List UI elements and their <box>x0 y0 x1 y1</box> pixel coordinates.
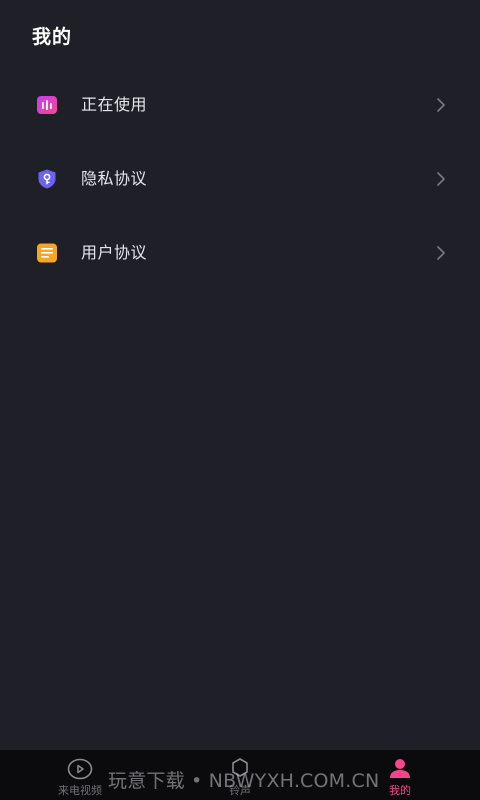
page-title: 我的 <box>32 26 73 48</box>
tab-mine[interactable]: 我的 <box>360 750 440 800</box>
chevron-right-icon <box>436 245 446 261</box>
chevron-right-icon <box>436 97 446 113</box>
sound-wave-icon <box>36 94 58 116</box>
tab-label: 我的 <box>389 784 411 797</box>
menu-item-label: 隐私协议 <box>81 169 148 188</box>
bottom-tab-bar: 来电视频 铃声 我的 <box>0 750 480 800</box>
person-icon <box>387 757 413 781</box>
document-list-icon <box>36 242 58 264</box>
shield-key-icon <box>36 168 58 190</box>
menu-item-privacy-policy[interactable]: 隐私协议 <box>0 142 480 216</box>
settings-menu: 正在使用 隐私协议 用户协议 <box>0 68 480 290</box>
tab-ringtone[interactable]: 铃声 <box>200 750 280 800</box>
chevron-right-icon <box>436 171 446 187</box>
bell-icon <box>227 757 253 781</box>
menu-item-label: 用户协议 <box>81 243 148 262</box>
tab-label: 来电视频 <box>58 784 102 797</box>
play-circle-icon <box>67 757 93 781</box>
menu-item-label: 正在使用 <box>81 95 148 114</box>
my-page-screen: 我的 正在使用 隐私协议 用户协议 来电视频 铃声 我的 玩意下载 • NBWY… <box>0 0 480 800</box>
tab-label: 铃声 <box>229 784 251 797</box>
menu-item-user-agreement[interactable]: 用户协议 <box>0 216 480 290</box>
menu-item-in-use[interactable]: 正在使用 <box>0 68 480 142</box>
tab-call-video[interactable]: 来电视频 <box>40 750 120 800</box>
